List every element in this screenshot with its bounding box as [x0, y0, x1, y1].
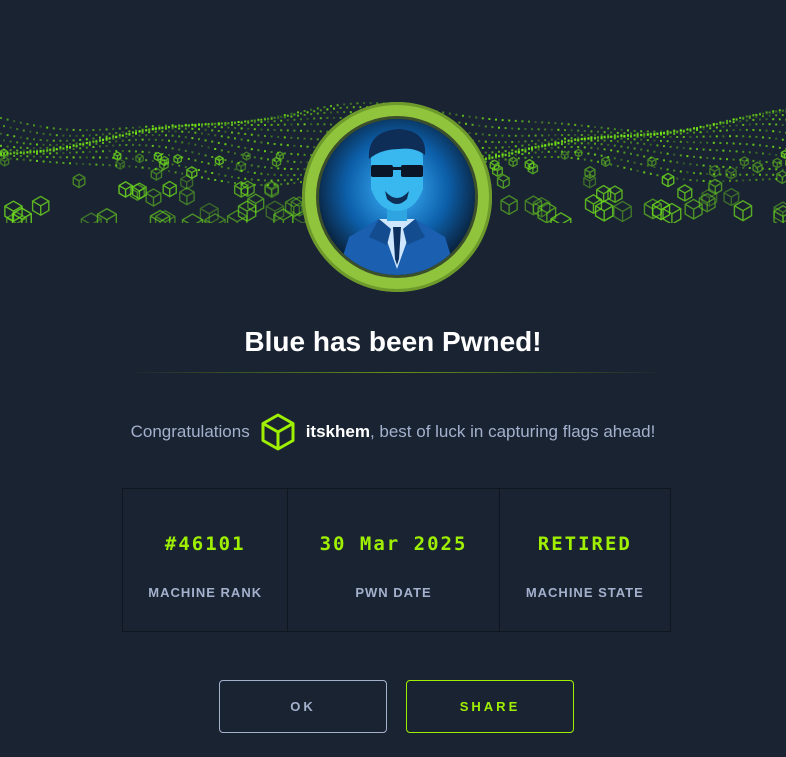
agent-avatar-icon	[319, 119, 475, 275]
avatar	[316, 116, 478, 278]
dialog-title: Blue has been Pwned!	[244, 326, 542, 357]
stats-panel: #46101 MACHINE RANK 30 Mar 2025 PWN DATE…	[122, 488, 671, 632]
stat-machine-state: RETIRED MACHINE STATE	[500, 489, 670, 631]
machine-rank-label: MACHINE RANK	[148, 585, 263, 600]
pwn-date-value: 30 Mar 2025	[319, 533, 468, 555]
title-divider	[126, 372, 666, 373]
machine-state-value: RETIRED	[537, 533, 632, 555]
congrats-suffix: , best of luck in capturing flags ahead!	[369, 422, 656, 441]
username: itskhem	[305, 422, 370, 441]
pwn-date-label: PWN DATE	[355, 585, 432, 600]
avatar-ring	[302, 102, 492, 292]
ok-button[interactable]: OK	[219, 680, 387, 733]
machine-rank-value: #46101	[164, 533, 246, 555]
stat-pwn-date: 30 Mar 2025 PWN DATE	[288, 489, 500, 631]
stat-machine-rank: #46101 MACHINE RANK	[123, 489, 289, 631]
machine-state-label: MACHINE STATE	[525, 585, 644, 600]
congrats-message: Congratulations itskhem , best of luck i…	[0, 412, 786, 452]
share-button[interactable]: SHARE	[406, 680, 574, 733]
congrats-prefix: Congratulations	[130, 422, 250, 441]
cube-icon	[260, 412, 296, 452]
